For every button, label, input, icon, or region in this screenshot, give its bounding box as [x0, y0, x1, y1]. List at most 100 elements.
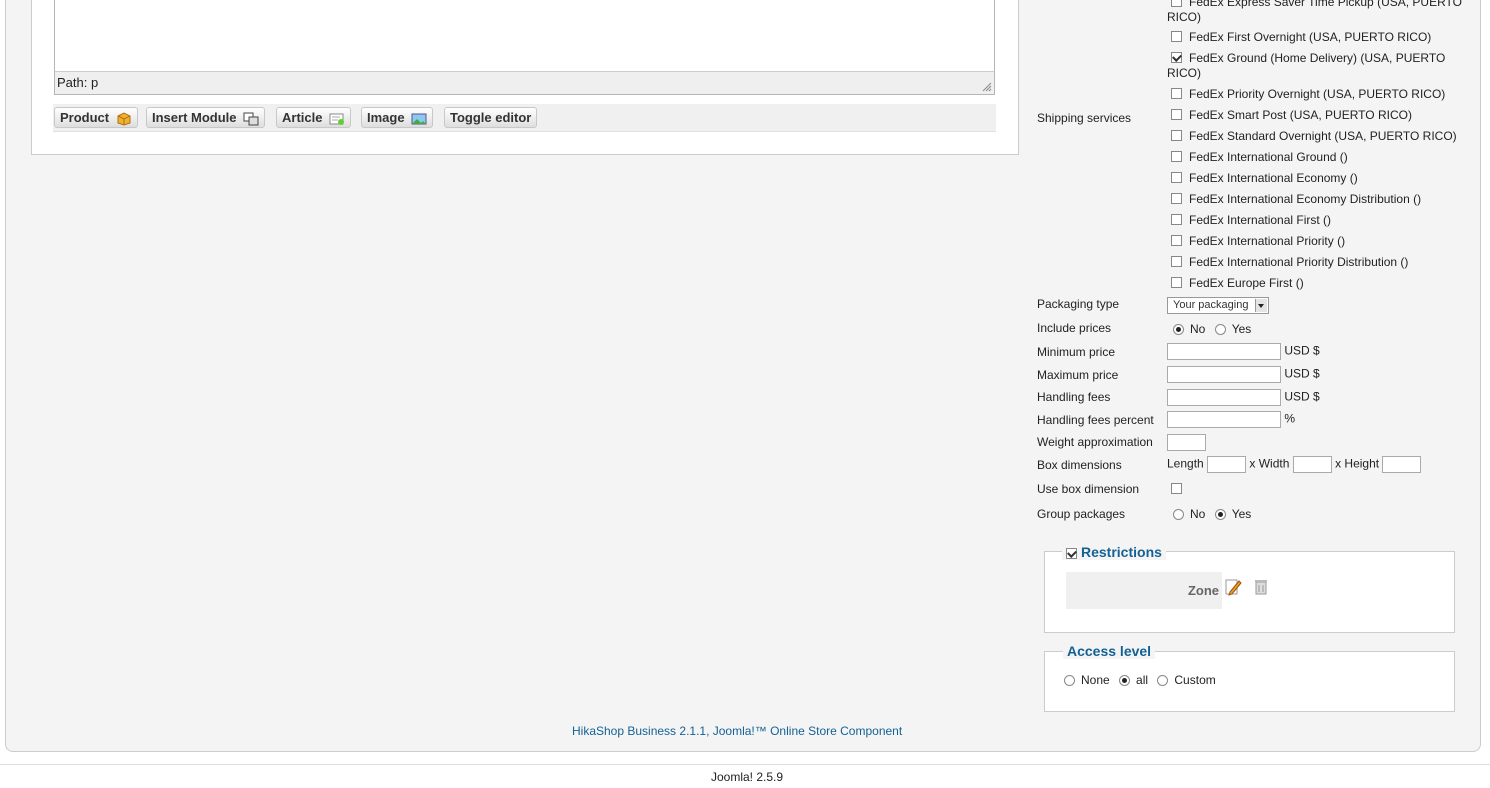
editor-button-row: Product Insert Module Article Image Togg… — [53, 104, 996, 132]
article-button-label: Article — [282, 110, 323, 125]
service-label: FedEx International Priority () — [1189, 234, 1346, 248]
handling-fees-percent-input[interactable] — [1167, 411, 1281, 428]
access-all-radio[interactable] — [1119, 675, 1131, 687]
handling-fees-percent-label: Handling fees percent — [1037, 413, 1154, 427]
service-item: FedEx Priority Overnight (USA, PUERTO RI… — [1167, 87, 1467, 102]
packaging-type-value: Your packaging — [1173, 299, 1249, 311]
service-label: FedEx International First () — [1189, 213, 1332, 227]
group-packages-label: Group packages — [1037, 507, 1126, 521]
service-label: FedEx International Ground () — [1189, 150, 1348, 164]
insert-module-button[interactable]: Insert Module — [146, 107, 266, 128]
restrictions-checkbox[interactable] — [1066, 547, 1077, 559]
maximum-price-input[interactable] — [1167, 366, 1281, 383]
footer-credit-link[interactable]: HikaShop Business 2.1.1, Joomla!™ Online… — [572, 724, 902, 738]
image-button-label: Image — [367, 110, 405, 125]
editor-path-bar: Path: p — [54, 71, 995, 95]
maximum-price-label: Maximum price — [1037, 368, 1119, 382]
product-button[interactable]: Product — [54, 107, 138, 128]
resize-grip-icon[interactable] — [982, 82, 992, 92]
include-prices-label: Include prices — [1037, 321, 1112, 335]
service-item: FedEx Express Saver Time Pickup (USA, PU… — [1167, 0, 1467, 25]
include-prices-yes-label: Yes — [1231, 322, 1252, 336]
weight-approximation-input[interactable] — [1167, 434, 1206, 451]
shipping-services-label: Shipping services — [1037, 111, 1132, 125]
handling-fees-input[interactable] — [1167, 389, 1281, 406]
minimum-price-label: Minimum price — [1037, 345, 1116, 359]
editor-text-area[interactable] — [54, 0, 995, 73]
minimum-price-input[interactable] — [1167, 343, 1281, 360]
service-checkbox[interactable] — [1171, 88, 1182, 99]
width-input[interactable] — [1292, 456, 1332, 473]
joomla-version: Joomla! 2.5.9 — [711, 770, 784, 784]
access-all-label: all — [1136, 673, 1149, 687]
service-checkbox[interactable] — [1171, 256, 1182, 267]
height-label: x Height — [1335, 456, 1380, 471]
group-packages-no-radio[interactable] — [1173, 509, 1184, 521]
access-custom-label: Custom — [1174, 673, 1216, 687]
service-item: FedEx Europe First () — [1167, 276, 1467, 291]
service-checkbox[interactable] — [1171, 151, 1182, 162]
group-packages-yes-radio[interactable] — [1214, 509, 1226, 521]
access-none-label: None — [1081, 673, 1110, 687]
box-icon — [117, 112, 131, 126]
service-item: FedEx First Overnight (USA, PUERTO RICO) — [1167, 30, 1467, 45]
service-item: FedEx Ground (Home Delivery) (USA, PUERT… — [1167, 51, 1467, 81]
restrictions-title: Restrictions — [1081, 544, 1162, 560]
edit-icon[interactable] — [1225, 578, 1243, 596]
include-prices-no-radio[interactable] — [1173, 324, 1184, 336]
service-item: FedEx International Priority () — [1167, 234, 1467, 249]
article-button[interactable]: Article — [276, 107, 352, 128]
box-dimensions-label: Box dimensions — [1037, 458, 1122, 472]
service-checkbox[interactable] — [1171, 193, 1182, 204]
currency-label: USD $ — [1284, 389, 1320, 404]
service-label: FedEx International Economy Distribution… — [1189, 192, 1422, 206]
toggle-editor-button[interactable]: Toggle editor — [444, 107, 538, 128]
maximum-price-row: USD $ — [1167, 366, 1320, 383]
image-icon — [411, 113, 427, 125]
service-checkbox[interactable] — [1171, 277, 1182, 288]
delete-icon[interactable] — [1253, 578, 1269, 596]
access-custom-radio[interactable] — [1157, 675, 1169, 687]
service-checkbox[interactable] — [1171, 214, 1182, 225]
use-box-dimension-checkbox[interactable] — [1171, 483, 1182, 494]
length-label: Length — [1167, 456, 1204, 471]
access-none-radio[interactable] — [1064, 675, 1075, 687]
service-item: FedEx International First () — [1167, 213, 1467, 228]
service-item: FedEx Standard Overnight (USA, PUERTO RI… — [1167, 129, 1467, 144]
image-button[interactable]: Image — [361, 107, 434, 128]
service-item: FedEx International Ground () — [1167, 150, 1467, 165]
toggle-editor-button-label: Toggle editor — [450, 110, 532, 125]
service-label: FedEx Europe First () — [1189, 276, 1304, 290]
currency-label: USD $ — [1284, 366, 1320, 381]
include-prices-yes-radio[interactable] — [1214, 324, 1226, 336]
percent-label: % — [1284, 411, 1296, 426]
restrictions-legend: Restrictions — [1062, 544, 1166, 560]
article-icon — [329, 113, 345, 125]
packaging-type-select[interactable]: Your packaging — [1167, 297, 1269, 314]
minimum-price-row: USD $ — [1167, 343, 1320, 360]
service-item: FedEx Smart Post (USA, PUERTO RICO) — [1167, 108, 1467, 123]
service-checkbox[interactable] — [1171, 31, 1182, 42]
service-checkbox[interactable] — [1171, 52, 1182, 63]
service-label: FedEx Standard Overnight (USA, PUERTO RI… — [1189, 129, 1457, 143]
service-checkbox[interactable] — [1171, 109, 1182, 120]
height-input[interactable] — [1382, 456, 1422, 473]
service-checkbox[interactable] — [1171, 172, 1182, 183]
group-packages-no-label: No — [1190, 507, 1206, 521]
width-label: x Width — [1249, 456, 1290, 471]
service-checkbox[interactable] — [1171, 235, 1182, 246]
service-label: FedEx Priority Overnight (USA, PUERTO RI… — [1189, 87, 1446, 101]
group-packages-group: No Yes — [1167, 507, 1251, 521]
service-checkbox[interactable] — [1171, 0, 1182, 7]
group-packages-yes-label: Yes — [1231, 507, 1252, 521]
editor-path-label: Path: p — [57, 75, 99, 90]
length-input[interactable] — [1207, 456, 1247, 473]
handling-fees-row: USD $ — [1167, 389, 1320, 406]
product-button-label: Product — [60, 110, 110, 125]
service-checkbox[interactable] — [1171, 130, 1182, 141]
chevron-down-icon — [1255, 299, 1267, 312]
zone-label: Zone — [1187, 583, 1219, 598]
insert-module-button-label: Insert Module — [152, 110, 237, 125]
use-box-dimension-label: Use box dimension — [1037, 482, 1140, 496]
service-label: FedEx International Economy () — [1189, 171, 1358, 185]
